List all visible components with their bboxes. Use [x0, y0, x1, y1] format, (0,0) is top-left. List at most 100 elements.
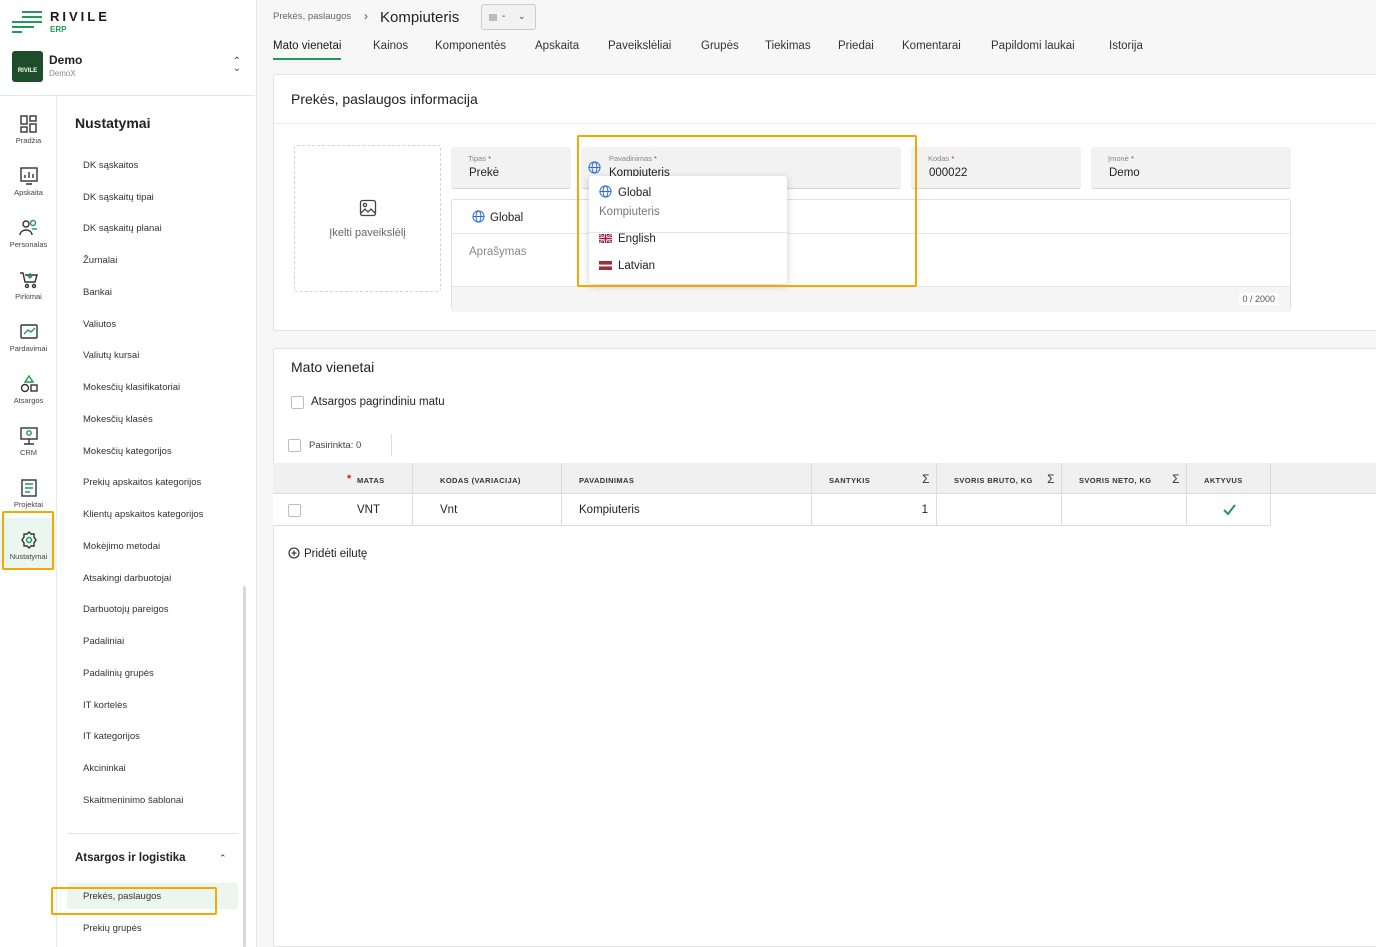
menu-item[interactable]: Mokesčių klasės	[83, 414, 153, 425]
breadcrumb[interactable]: Prekės, paslaugos	[273, 11, 351, 22]
col-header-pavadinimas[interactable]: PAVADINIMAS	[562, 463, 812, 494]
field-value: Prekė	[469, 167, 500, 179]
rail-item-pirkimai[interactable]: Pirkimai	[0, 258, 57, 310]
sales-icon	[19, 324, 38, 339]
chevron-right-icon: ›	[364, 9, 368, 23]
menu-item[interactable]: Valiutos	[83, 319, 116, 330]
highlight-pavadinimas	[577, 135, 917, 287]
menu-item[interactable]: IT kategorijos	[83, 731, 140, 742]
brand-name: RIVILE	[50, 9, 110, 24]
col-header-filler	[1271, 463, 1376, 494]
cell-santykis[interactable]: 1	[812, 494, 937, 526]
uom-card: Mato vienetai Atsargos pagrindiniu matu …	[273, 348, 1376, 947]
rail-item-apskaita[interactable]: Apskaita	[0, 154, 57, 206]
menu-item[interactable]: Akcininkai	[83, 763, 126, 774]
col-header-kodas[interactable]: KODAS (VARIACIJA)	[413, 463, 562, 494]
menu-title: Nustatymai	[75, 115, 151, 131]
plus-circle-icon	[288, 547, 300, 559]
rail-label: CRM	[19, 448, 38, 457]
rail-label: Apskaita	[14, 188, 43, 197]
menu-item[interactable]: Skaitmeninimo šablonai	[83, 795, 183, 806]
field-value: 000022	[929, 167, 968, 179]
col-header-neto[interactable]: SVORIS NETO, KG Σ	[1062, 463, 1187, 494]
row-checkbox[interactable]	[288, 504, 301, 517]
tab-papildomi-laukai[interactable]: Papildomi laukai	[991, 40, 1075, 58]
status-select[interactable]: - ⌄	[481, 4, 536, 30]
table-row[interactable]: VNT	[273, 494, 413, 526]
menu-item[interactable]: Prekių apskaitos kategorijos	[83, 477, 201, 488]
cell-matas: VNT	[357, 504, 380, 516]
uom-card-title: Mato vienetai	[291, 359, 375, 375]
cell-kodas[interactable]: Vnt	[413, 494, 562, 526]
menu-item[interactable]: Atsakingi darbuotojai	[83, 573, 171, 584]
field-kodas[interactable]: Kodas * 000022	[911, 147, 1081, 189]
status-square-icon	[489, 14, 497, 21]
page-title: Kompiuteris	[380, 9, 460, 26]
base-uom-checkbox[interactable]	[291, 396, 304, 409]
chevron-updown-icon: ⌃ ⌄	[232, 56, 241, 74]
base-uom-label: Atsargos pagrindiniu matu	[311, 396, 445, 408]
tab-istorija[interactable]: Istorija	[1109, 40, 1143, 58]
tab-mato-vienetai[interactable]: Mato vienetai	[273, 40, 342, 60]
tab-tiekimas[interactable]: Tiekimas	[765, 40, 811, 58]
menu-item[interactable]: Prekių grupės	[83, 923, 142, 934]
menu-scrollbar[interactable]	[243, 586, 246, 947]
menu-item[interactable]: DK sąskaitos	[83, 160, 138, 171]
menu-item[interactable]: Darbuotojų pareigos	[83, 604, 169, 615]
col-header-bruto[interactable]: SVORIS BRUTO, KG Σ	[937, 463, 1062, 494]
menu-item[interactable]: IT kortelės	[83, 700, 127, 711]
status-value: -	[502, 11, 506, 22]
menu-section-title[interactable]: Atsargos ir logistika	[75, 852, 186, 864]
menu-item[interactable]: DK sąskaitų tipai	[83, 192, 154, 203]
sum-icon: Σ	[1047, 472, 1055, 486]
selected-count: Pasirinkta: 0	[309, 440, 362, 451]
toolbar-divider	[391, 434, 392, 456]
company-selector[interactable]: RIVILE Demo DemoX ⌃ ⌄	[0, 46, 255, 96]
rail-item-pardavimai[interactable]: Pardavimai	[0, 310, 57, 362]
tab-komponentes[interactable]: Komponentės	[435, 40, 506, 58]
tab-grupes[interactable]: Grupės	[701, 40, 739, 58]
image-upload[interactable]: Įkelti paveikslėlį	[294, 145, 441, 292]
menu-item[interactable]: Mokesčių klasifikatoriai	[83, 382, 180, 393]
menu-item[interactable]: Klientų apskaitos kategorijos	[83, 509, 203, 520]
info-card-divider	[274, 123, 1376, 124]
add-row-button[interactable]: Pridėti eilutę	[288, 547, 367, 560]
col-header-aktyvus[interactable]: AKTYVUS	[1187, 463, 1271, 494]
tab-priedai[interactable]: Priedai	[838, 40, 874, 58]
description-placeholder[interactable]: Aprašymas	[469, 246, 527, 258]
menu-item[interactable]: Mokėjimo metodai	[83, 541, 160, 552]
rail-item-crm[interactable]: CRM	[0, 414, 57, 466]
rail-label: Pirkimai	[15, 292, 42, 301]
menu-item[interactable]: Valiutų kursai	[83, 350, 139, 361]
col-header-santykis[interactable]: SANTYKIS Σ	[812, 463, 937, 494]
menu-item[interactable]: Bankai	[83, 287, 112, 298]
select-all-checkbox[interactable]	[288, 439, 301, 452]
rail-label: Atsargos	[13, 396, 44, 405]
menu-item[interactable]: Padaliniai	[83, 636, 124, 647]
tab-apskaita[interactable]: Apskaita	[535, 40, 579, 58]
rail-item-atsargos[interactable]: Atsargos	[0, 362, 57, 414]
tab-kainos[interactable]: Kainos	[373, 40, 408, 58]
brand[interactable]: RIVILE ERP	[0, 0, 255, 40]
image-icon	[359, 199, 377, 217]
field-tipas[interactable]: Tipas * Prekė	[451, 147, 571, 189]
cell-aktyvus[interactable]	[1187, 494, 1271, 526]
chevron-up-icon[interactable]: ⌃	[219, 853, 227, 864]
tab-komentarai[interactable]: Komentarai	[902, 40, 961, 58]
menu-item[interactable]: Žurnalai	[83, 255, 117, 266]
sum-icon: Σ	[922, 472, 930, 486]
cell-neto[interactable]	[1062, 494, 1187, 526]
menu-item[interactable]: Padalinių grupės	[83, 668, 154, 679]
cell-pavadinimas[interactable]: Kompiuteris	[562, 494, 812, 526]
menu-item[interactable]: Mokesčių kategorijos	[83, 446, 172, 457]
col-header-matas[interactable]: * MATAS	[273, 463, 413, 494]
highlight-prekes	[51, 887, 217, 915]
rail-item-personalas[interactable]: Personalas	[0, 206, 57, 258]
description-lang-button[interactable]: Global	[472, 210, 523, 224]
cell-bruto[interactable]	[937, 494, 1062, 526]
rail-item-pradzia[interactable]: Pradžia	[0, 102, 57, 154]
rail-label: Projektai	[13, 500, 44, 509]
menu-item[interactable]: DK sąskaitų planai	[83, 223, 162, 234]
field-imone[interactable]: Įmonė * Demo	[1091, 147, 1291, 189]
tab-paveiksleliai[interactable]: Paveikslėliai	[608, 40, 671, 58]
